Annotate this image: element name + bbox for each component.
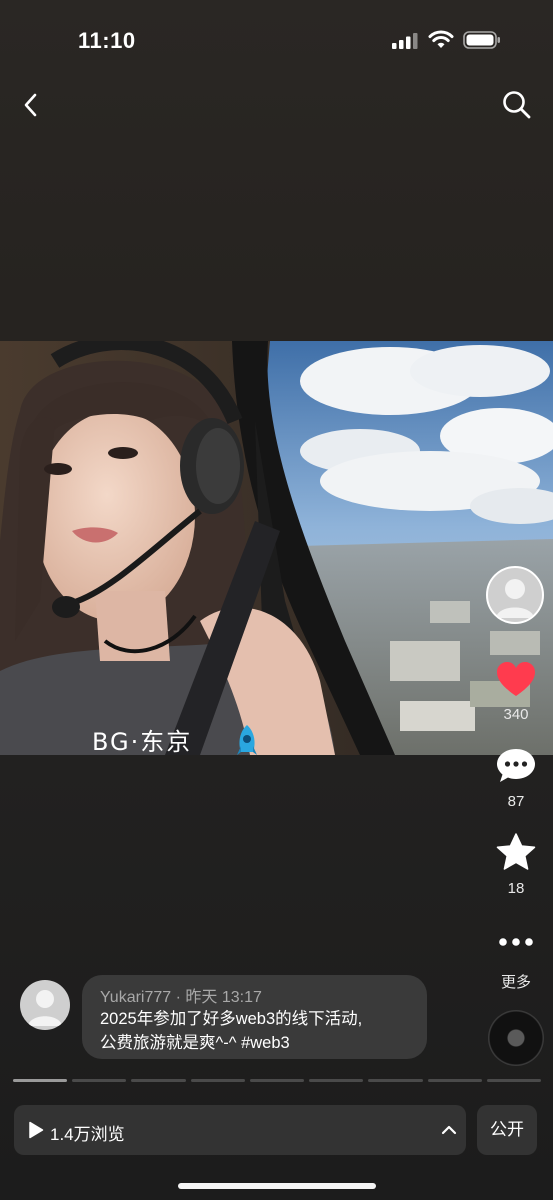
avatar-placeholder-icon xyxy=(28,990,62,1026)
post-caption-text: 2025年参加了好多web3的线下活动, 公费旅游就是爽^-^ #web3 xyxy=(100,1007,420,1055)
search-icon[interactable] xyxy=(500,88,534,122)
page-segment xyxy=(249,1079,305,1082)
more-icon[interactable] xyxy=(496,932,536,952)
cellular-signal-icon xyxy=(392,33,418,49)
home-indicator xyxy=(178,1183,376,1189)
page-segment xyxy=(131,1079,186,1082)
chevron-up-icon[interactable] xyxy=(438,1121,460,1139)
page-segment xyxy=(72,1079,127,1082)
page-segment xyxy=(309,1079,364,1082)
page-indicator xyxy=(13,1079,541,1083)
page-segment xyxy=(486,1079,541,1082)
author-avatar[interactable] xyxy=(486,566,544,624)
page-segment xyxy=(190,1079,245,1082)
cockpit-selfie-image xyxy=(0,341,553,755)
photo-overlay-text: BG·东京 xyxy=(92,728,193,756)
favorite-count: 18 xyxy=(507,880,525,897)
views-count-label: 1.4万浏览 xyxy=(50,1125,125,1144)
wifi-icon xyxy=(428,30,454,48)
status-time: 11:10 xyxy=(78,28,136,53)
post-time: 昨天 13:17 xyxy=(185,989,262,1006)
star-icon[interactable] xyxy=(495,832,537,872)
back-icon[interactable] xyxy=(16,90,46,120)
avatar-placeholder-icon xyxy=(496,579,534,618)
page-segment xyxy=(368,1079,423,1082)
post-caption-line-2: 公费旅游就是爽^-^ #web3 xyxy=(100,1034,290,1052)
page-segment xyxy=(427,1079,482,1082)
post-caption-line-1: 2025年参加了好多web3的线下活动, xyxy=(100,1010,363,1028)
page-segment xyxy=(13,1079,68,1082)
post-photo[interactable] xyxy=(0,341,553,755)
meta-separator: · xyxy=(175,989,181,1006)
comment-icon[interactable] xyxy=(495,746,537,786)
play-icon xyxy=(29,1121,44,1139)
like-count: 340 xyxy=(503,706,529,723)
post-meta: Yukari777 · 昨天 13:17 xyxy=(100,983,262,1007)
more-label[interactable]: 更多 xyxy=(490,971,542,992)
user-avatar[interactable] xyxy=(20,980,70,1030)
visibility-button[interactable]: 公开 xyxy=(477,1105,537,1155)
rocket-icon xyxy=(237,725,257,755)
heart-icon[interactable] xyxy=(495,659,537,699)
comment-count: 87 xyxy=(507,793,525,810)
music-disc[interactable] xyxy=(488,1010,544,1066)
post-username[interactable]: Yukari777 xyxy=(100,989,171,1006)
battery-icon xyxy=(463,31,500,49)
